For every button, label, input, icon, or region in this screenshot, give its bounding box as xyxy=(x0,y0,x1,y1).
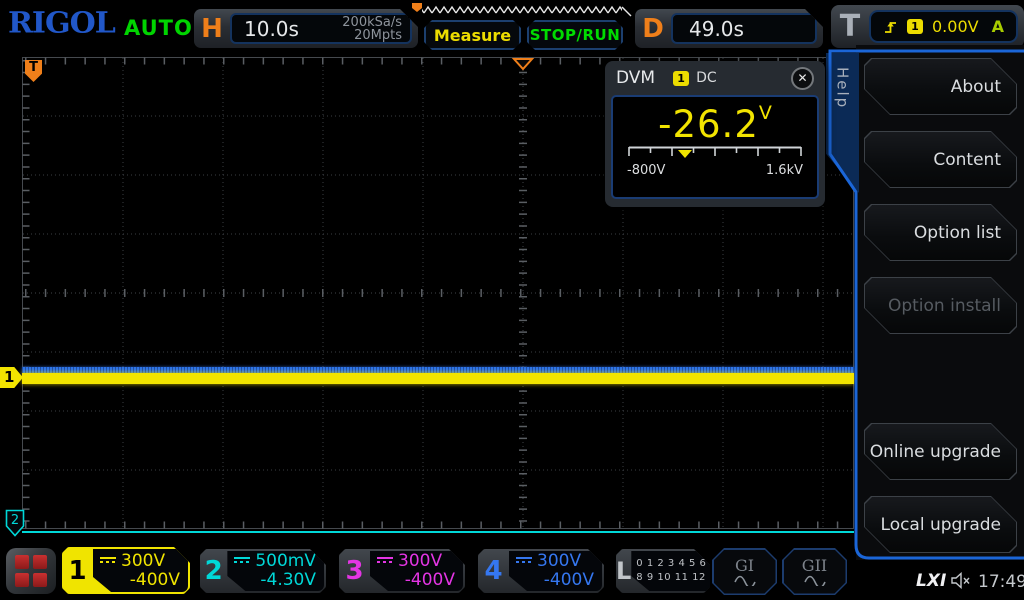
clock: 17:49 xyxy=(978,572,1024,592)
sidebar-menu: About Content Option list Option install… xyxy=(856,45,1024,560)
sidebar-item-about[interactable]: About xyxy=(864,58,1017,115)
dvm-scale-labels: -800V 1.6kV xyxy=(627,163,803,178)
channel-offset: -4.30V xyxy=(234,571,316,590)
channel-scale: 300V xyxy=(537,552,581,571)
run-status-label: AUTO xyxy=(124,16,193,40)
generator1-button[interactable]: GI xyxy=(712,548,777,595)
trigger-label: T xyxy=(831,9,869,44)
trigger-source-badge: 1 xyxy=(907,19,923,34)
logic-analyzer-block[interactable]: L 0 1 2 3 4 5 6 7 8 9 10 11 12 13 14 15 xyxy=(616,549,710,593)
logic-label: L xyxy=(616,549,631,593)
channel2-level-marker[interactable]: 2 xyxy=(5,509,25,537)
sidebar-item-label: About xyxy=(865,59,1016,114)
channel3-status-block[interactable]: 3 300V -400V xyxy=(339,549,465,593)
channel1-status-block[interactable]: 1 300V -400V xyxy=(62,547,190,594)
channel-offset: -400V xyxy=(377,571,455,590)
oscilloscope-screen: RIGOL AUTO H 10.0s 200kSa/s 20Mpts Measu… xyxy=(0,0,1024,600)
dvm-scale-bar xyxy=(627,146,803,163)
delay-block[interactable]: D 49.0s xyxy=(635,9,823,48)
channel-number: 3 xyxy=(339,549,370,593)
channel-offset: -400V xyxy=(516,571,594,590)
channel1-trace xyxy=(22,373,854,384)
stop-run-button-label: STOP/RUN xyxy=(530,26,621,44)
dvm-mode-label: DC xyxy=(696,70,717,86)
dvm-scale-max: 1.6kV xyxy=(766,163,803,178)
lxi-logo: LXI xyxy=(916,571,946,591)
help-tab-label: Help xyxy=(834,67,852,109)
dvm-channel-badge: 1 xyxy=(673,71,689,86)
channel-scale: 500mV xyxy=(255,552,316,571)
sidebar-item-label: Option install xyxy=(865,278,1016,333)
channel-number: 4 xyxy=(478,549,509,593)
trigger-mode: A xyxy=(992,17,1004,36)
channel2-trace-clipped xyxy=(22,531,854,533)
delay-label: D xyxy=(635,14,671,44)
generator2-button[interactable]: GII xyxy=(782,548,847,595)
dvm-reading: -26.2V xyxy=(613,102,817,146)
channel2-status-block[interactable]: 2 500mV -4.30V xyxy=(200,549,326,593)
trigger-level-value: 0.00V xyxy=(932,17,979,36)
channel-panel: 300V -400V xyxy=(370,551,463,591)
channel-scale: 300V xyxy=(398,552,442,571)
sidebar-item-option-list[interactable]: Option list xyxy=(864,204,1017,261)
dvm-unit: V xyxy=(759,102,772,124)
menu-grid-icon[interactable] xyxy=(6,548,56,594)
close-icon[interactable]: ✕ xyxy=(791,67,814,90)
trigger-position-icon xyxy=(514,59,532,69)
sidebar-item-label: Online upgrade xyxy=(865,424,1016,479)
stop-run-button[interactable]: STOP/RUN xyxy=(527,20,623,50)
sidebar-item-online-upgrade[interactable]: Online upgrade xyxy=(864,423,1017,480)
channel1-level-marker[interactable]: 1 xyxy=(0,367,23,388)
channel-panel: 300V -400V xyxy=(509,551,602,591)
dvm-title: DVM xyxy=(616,68,655,88)
svg-text:2: 2 xyxy=(11,513,19,528)
sidebar-item-label: Local upgrade xyxy=(865,497,1016,552)
speaker-muted-icon[interactable] xyxy=(950,572,972,589)
sidebar-item-local-upgrade[interactable]: Local upgrade xyxy=(864,496,1017,553)
channel-number: 1 xyxy=(62,547,93,594)
delay-panel: 49.0s xyxy=(671,13,817,44)
channel-panel: 500mV -4.30V xyxy=(227,551,324,591)
waveform-memory-bar xyxy=(408,3,632,18)
channel4-status-block[interactable]: 4 300V -400V xyxy=(478,549,604,593)
dvm-value: -26.2 xyxy=(658,103,759,146)
dvm-popup: DVM 1 DC ✕ -26.2V -800V xyxy=(605,61,825,207)
rising-edge-icon xyxy=(883,19,898,35)
horizontal-timebase-block[interactable]: H 10.0s 200kSa/s 20Mpts xyxy=(194,9,418,48)
horizontal-label: H xyxy=(194,14,230,44)
timebase-value: 10.0s xyxy=(232,17,299,41)
dc-coupling-icon xyxy=(516,557,532,566)
generator2-label: GII xyxy=(802,558,827,574)
dvm-scale-min: -800V xyxy=(627,163,665,178)
sidebar-item-content[interactable]: Content xyxy=(864,131,1017,188)
sidebar-item-label: Option list xyxy=(865,205,1016,260)
dc-coupling-icon xyxy=(377,557,393,566)
dvm-display: -26.2V -800V 1.6kV xyxy=(611,95,819,199)
channel-scale: 300V xyxy=(121,552,165,571)
channel-offset: -400V xyxy=(100,571,180,590)
trigger-panel: 1 0.00V A xyxy=(869,10,1018,43)
acquisition-info: 200kSa/s 20Mpts xyxy=(342,16,410,42)
delay-value: 49.0s xyxy=(673,17,744,41)
sidebar-item-option-install[interactable]: Option install xyxy=(864,277,1017,334)
sidebar-item-label: Content xyxy=(865,132,1016,187)
generator1-label: GI xyxy=(735,558,754,574)
channel-panel: 300V -400V xyxy=(93,549,188,592)
rigol-logo: RIGOL xyxy=(8,7,115,40)
dvm-pointer-icon xyxy=(678,150,692,158)
trigger-block[interactable]: T 1 0.00V A xyxy=(831,5,1024,48)
sine-wave-icon xyxy=(733,574,757,586)
memory-depth: 20Mpts xyxy=(354,28,402,43)
channel-number: 2 xyxy=(200,549,227,593)
waveform-memory-zigzag xyxy=(408,3,632,18)
measure-button[interactable]: Measure xyxy=(424,20,521,50)
dc-coupling-icon xyxy=(234,557,250,566)
dvm-header: DVM 1 DC ✕ xyxy=(605,61,825,95)
dc-coupling-icon xyxy=(100,557,116,566)
measure-button-label: Measure xyxy=(434,26,511,45)
horizontal-panel: 10.0s 200kSa/s 20Mpts xyxy=(230,13,412,44)
sine-wave-icon xyxy=(803,574,827,586)
